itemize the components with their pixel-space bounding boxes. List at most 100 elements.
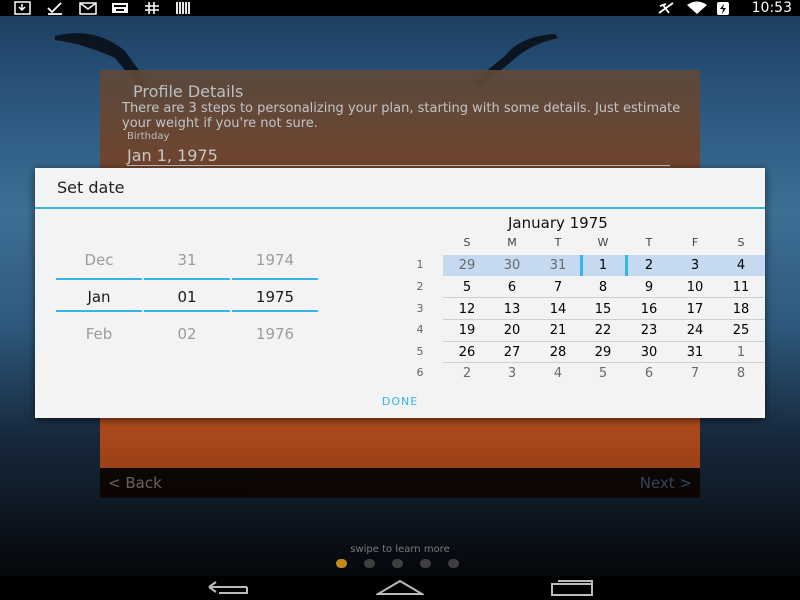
weekday-header: S — [737, 236, 745, 249]
month-prev[interactable]: Dec — [56, 251, 142, 269]
weekday-header: T — [554, 236, 562, 249]
calendar-day[interactable]: 5 — [447, 280, 487, 295]
calendar-day[interactable]: 1 — [583, 258, 623, 273]
page-dot — [392, 559, 403, 568]
calendar-day[interactable]: 28 — [538, 345, 578, 360]
calendar-day[interactable]: 30 — [492, 258, 532, 273]
calendar-day[interactable]: 31 — [675, 345, 715, 360]
calendar-day[interactable]: 8 — [583, 280, 623, 295]
calendar-day[interactable]: 25 — [721, 323, 761, 338]
calendar-day[interactable]: 4 — [538, 366, 578, 381]
week-divider — [443, 297, 765, 298]
calendar-day[interactable]: 11 — [721, 280, 761, 295]
calendar-day[interactable]: 9 — [629, 280, 669, 295]
birthday-field[interactable]: Jan 1, 1975 — [127, 146, 218, 165]
weekday-header: F — [691, 236, 699, 249]
download-icon — [14, 1, 31, 15]
week-number: 5 — [416, 345, 424, 358]
home-nav-icon[interactable] — [376, 578, 424, 596]
year-selected[interactable]: 1975 — [232, 288, 318, 306]
calendar-day[interactable]: 22 — [583, 323, 623, 338]
week-number: 4 — [416, 323, 424, 336]
back-nav-icon[interactable] — [205, 579, 253, 597]
month-selected[interactable]: Jan — [56, 288, 142, 306]
calendar-day[interactable]: 15 — [583, 302, 623, 317]
barcode-icon — [176, 2, 190, 14]
week-number: 2 — [416, 280, 424, 293]
year-prev[interactable]: 1974 — [232, 251, 318, 269]
calendar-day[interactable]: 27 — [492, 345, 532, 360]
card-navigation: < Back Next > — [100, 468, 700, 498]
calendar-day[interactable]: 29 — [583, 345, 623, 360]
calendar-day[interactable]: 23 — [629, 323, 669, 338]
swipe-hint: swipe to learn more — [350, 544, 450, 555]
dialog-title: Set date — [57, 178, 125, 197]
spinner-divider — [144, 310, 230, 312]
title-divider — [35, 207, 765, 209]
month-next[interactable]: Feb — [56, 325, 142, 343]
calendar-day[interactable]: 18 — [721, 302, 761, 317]
year-next[interactable]: 1976 — [232, 325, 318, 343]
calendar-day[interactable]: 20 — [492, 323, 532, 338]
calendar-day[interactable]: 31 — [538, 258, 578, 273]
page-dot — [448, 559, 459, 568]
calendar-day[interactable]: 26 — [447, 345, 487, 360]
calendar-day[interactable]: 19 — [447, 323, 487, 338]
calendar-day[interactable]: 13 — [492, 302, 532, 317]
calendar-day[interactable]: 1 — [721, 345, 761, 360]
wifi-icon — [687, 1, 707, 14]
calendar-day[interactable]: 17 — [675, 302, 715, 317]
spinner-divider — [56, 278, 142, 280]
calendar-day[interactable]: 29 — [447, 258, 487, 273]
calendar-day[interactable]: 2 — [447, 366, 487, 381]
recents-nav-icon[interactable] — [548, 578, 596, 596]
weekday-header: M — [507, 236, 517, 249]
next-button[interactable]: Next > — [640, 474, 692, 492]
calendar-day[interactable]: 12 — [447, 302, 487, 317]
calendar-day[interactable]: 6 — [492, 280, 532, 295]
calendar-month-title: January 1975 — [508, 214, 608, 232]
birthday-label: Birthday — [127, 131, 170, 142]
calendar-day[interactable]: 24 — [675, 323, 715, 338]
weekday-header: T — [645, 236, 653, 249]
birthday-underline — [127, 165, 670, 166]
day-next[interactable]: 02 — [144, 325, 230, 343]
week-divider — [443, 341, 765, 342]
calendar-day[interactable]: 8 — [721, 366, 761, 381]
clock: 10:53 — [751, 0, 792, 16]
calendar-day[interactable]: 3 — [492, 366, 532, 381]
done-button[interactable]: DONE — [375, 395, 425, 408]
page-dot — [364, 559, 375, 568]
page-dot — [336, 559, 347, 568]
calendar-day[interactable]: 5 — [583, 366, 623, 381]
calendar-day[interactable]: 6 — [629, 366, 669, 381]
check-icon — [47, 2, 62, 15]
back-button[interactable]: < Back — [108, 474, 162, 492]
spinner-divider — [232, 278, 318, 280]
week-number: 6 — [416, 366, 424, 379]
calendar-day[interactable]: 2 — [629, 258, 669, 273]
day-prev[interactable]: 31 — [144, 251, 230, 269]
hashtag-icon — [145, 2, 159, 14]
week-number: 1 — [416, 258, 424, 271]
calendar-day[interactable]: 21 — [538, 323, 578, 338]
calendar-day[interactable]: 4 — [721, 258, 761, 273]
calendar-day[interactable]: 7 — [538, 280, 578, 295]
spinner-divider — [56, 310, 142, 312]
day-selected[interactable]: 01 — [144, 288, 230, 306]
calendar-day[interactable]: 30 — [629, 345, 669, 360]
week-number: 3 — [416, 302, 424, 315]
calendar-day[interactable]: 7 — [675, 366, 715, 381]
calendar-day[interactable]: 16 — [629, 302, 669, 317]
battery-icon — [717, 2, 729, 15]
calendar-day[interactable]: 14 — [538, 302, 578, 317]
week-divider — [443, 319, 765, 320]
calendar-day[interactable]: 10 — [675, 280, 715, 295]
calendar-day[interactable]: 3 — [675, 258, 715, 273]
profile-description: There are 3 steps to personalizing your … — [122, 101, 681, 131]
weekday-header: S — [463, 236, 471, 249]
keyboard-icon — [112, 3, 128, 13]
profile-title: Profile Details — [133, 82, 244, 101]
navigation-bar — [0, 576, 800, 600]
weekday-header: W — [597, 236, 609, 249]
